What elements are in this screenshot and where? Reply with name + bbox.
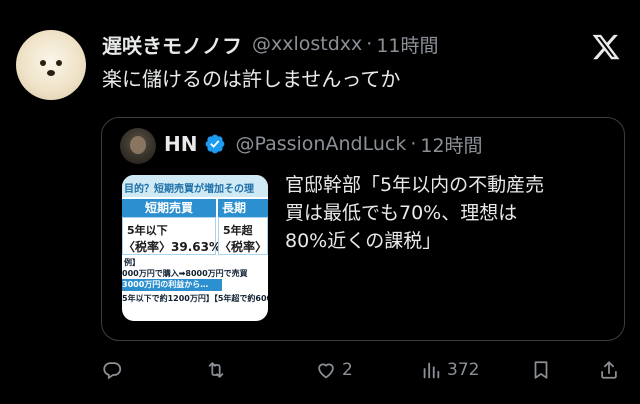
tweet-action-bar: 2 372 <box>0 355 640 385</box>
verified-badge-icon <box>206 134 225 154</box>
thumbnail-long-term-box: 5年超 〈税率〉2 <box>218 217 268 255</box>
author-display-name[interactable]: 遅咲きモノノフ <box>102 30 242 59</box>
avatar-eye <box>56 60 62 66</box>
views-icon <box>423 362 440 379</box>
thumbnail-short-rate: 〈税率〉39.63% <box>123 240 221 254</box>
quoted-text-line: 80%近くの課税」 <box>285 230 442 252</box>
like-button[interactable]: 2 <box>315 355 353 385</box>
tweet-text: 楽に儲けるのは許しませんってか <box>102 67 401 91</box>
thumbnail-example-line: 000万円で購入➡8000万円で売買 <box>122 269 248 278</box>
like-count: 2 <box>342 360 353 380</box>
thumbnail-short-term-label: 短期売買 <box>122 199 216 217</box>
quoted-text-line: 買は最低でも70%、理想は <box>285 202 518 224</box>
quoted-tweet-time: 12時間 <box>420 134 483 157</box>
thumbnail-example-bottom: 5年以下で約1200万円】【5年超で約600 <box>122 294 268 303</box>
quoted-author-avatar[interactable] <box>120 128 156 164</box>
tweet-header: 遅咲きモノノフ @xxlostdxx · 11時間 <box>102 30 439 58</box>
x-logo-icon <box>592 34 620 60</box>
avatar-face <box>130 136 146 154</box>
avatar-eye <box>40 60 46 66</box>
quoted-tweet-text: 官邸幹部「5年以内の不動産売 買は最低でも70%、理想は 80%近くの課税」 <box>285 171 615 255</box>
share-icon <box>601 361 617 379</box>
heart-icon <box>318 363 334 379</box>
quoted-text-line: 官邸幹部「5年以内の不動産売 <box>285 174 545 196</box>
views-button[interactable]: 372 <box>420 355 479 385</box>
quoted-author-display-name: HN <box>164 132 198 156</box>
bookmark-button[interactable] <box>530 355 552 385</box>
quoted-author-handle: @PassionAndLuck <box>235 133 407 155</box>
thumbnail-short-term-box: 5年以下 〈税率〉39.63% <box>122 217 221 255</box>
thumbnail-short-years: 5年以下 <box>127 224 168 237</box>
views-count: 372 <box>447 360 480 380</box>
author-handle[interactable]: @xxlostdxx <box>252 33 362 55</box>
separator-dot: · <box>410 133 417 155</box>
reply-button[interactable] <box>101 355 128 385</box>
reply-icon <box>103 362 122 380</box>
retweet-icon <box>208 362 224 378</box>
thumbnail-long-term-label: 長期 <box>218 199 268 217</box>
quoted-tweet-header: HN @PassionAndLuck · 12時間 <box>164 128 483 160</box>
quoted-tweet-card[interactable]: HN @PassionAndLuck · 12時間 目的？短期売買が増加その理 … <box>101 117 625 341</box>
thumbnail-example-label: 例】 <box>124 258 140 267</box>
thumbnail-example-band: 3000万円の利益から… <box>122 279 222 291</box>
author-avatar[interactable] <box>16 30 86 100</box>
retweet-button[interactable] <box>205 355 232 385</box>
separator-dot: · <box>366 33 373 55</box>
bookmark-icon <box>534 361 548 379</box>
tweet-time[interactable]: 11時間 <box>376 31 438 58</box>
thumbnail-title: 目的？短期売買が増加その理 <box>122 175 268 197</box>
share-button[interactable] <box>598 355 620 385</box>
quoted-media-thumbnail[interactable]: 目的？短期売買が増加その理 短期売買 長期 5年以下 〈税率〉39.63% 5年… <box>122 175 268 321</box>
avatar-nose <box>47 70 55 76</box>
thumbnail-long-rate: 〈税率〉2 <box>219 240 268 254</box>
thumbnail-long-years: 5年超 <box>223 224 253 237</box>
